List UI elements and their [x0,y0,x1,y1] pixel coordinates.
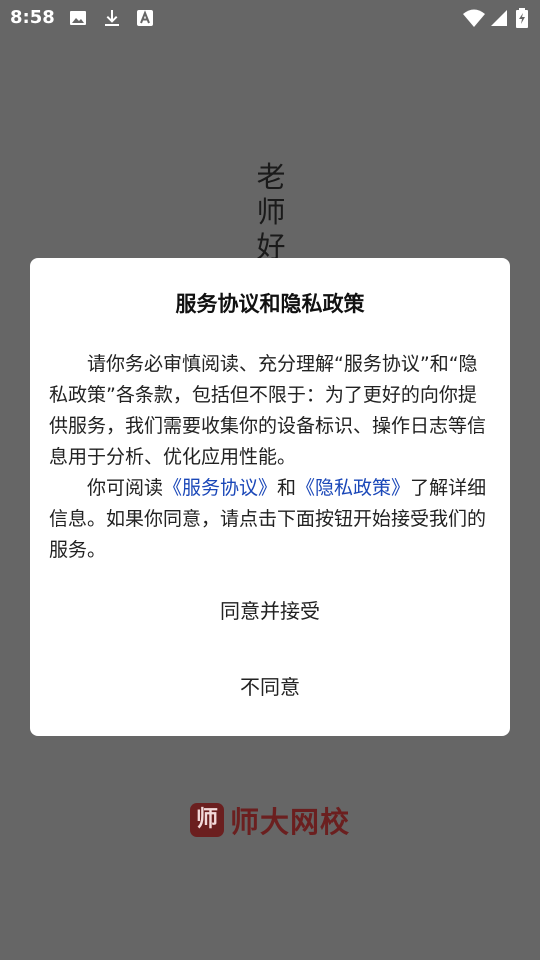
service-agreement-link[interactable]: 《服务协议》 [163,477,277,499]
splash-title-char: 师 [256,195,286,229]
paragraph-2-prefix: 你可阅读 [87,477,164,499]
dialog-paragraph-2: 你可阅读《服务协议》和《隐私政策》了解详细信息。如果你同意，请点击下面按钮开始接… [49,473,493,566]
brand-name: 师大网校 [230,805,351,839]
splash-title: 老 师 好 [253,160,289,265]
image-icon [68,8,88,28]
status-bar: 8:58 [0,0,540,36]
wifi-icon [462,8,486,28]
disagree-button[interactable]: 不同意 [30,672,510,702]
privacy-dialog: 服务协议和隐私政策 请你务必审慎阅读、充分理解“服务协议”和“隐私政策”各条款，… [30,258,510,736]
splash-title-char: 老 [256,160,286,194]
agree-button[interactable]: 同意并接受 [30,596,510,626]
privacy-policy-link[interactable]: 《隐私政策》 [296,477,410,499]
dialog-paragraph-1: 请你务必审慎阅读、充分理解“服务协议”和“隐私政策”各条款，包括但不限于：为了更… [49,353,487,468]
download-icon [102,8,122,28]
brand-mark-icon: 师 [190,803,224,837]
signal-icon [489,8,509,28]
brand-logo: 师 师大网校 [190,800,350,840]
battery-icon [515,8,529,28]
font-a-icon [135,8,155,28]
status-time: 8:58 [10,7,55,28]
dialog-body: 请你务必审慎阅读、充分理解“服务协议”和“隐私政策”各条款，包括但不限于：为了更… [49,349,493,566]
dialog-title: 服务协议和隐私政策 [175,292,365,316]
paragraph-2-and: 和 [277,477,297,499]
